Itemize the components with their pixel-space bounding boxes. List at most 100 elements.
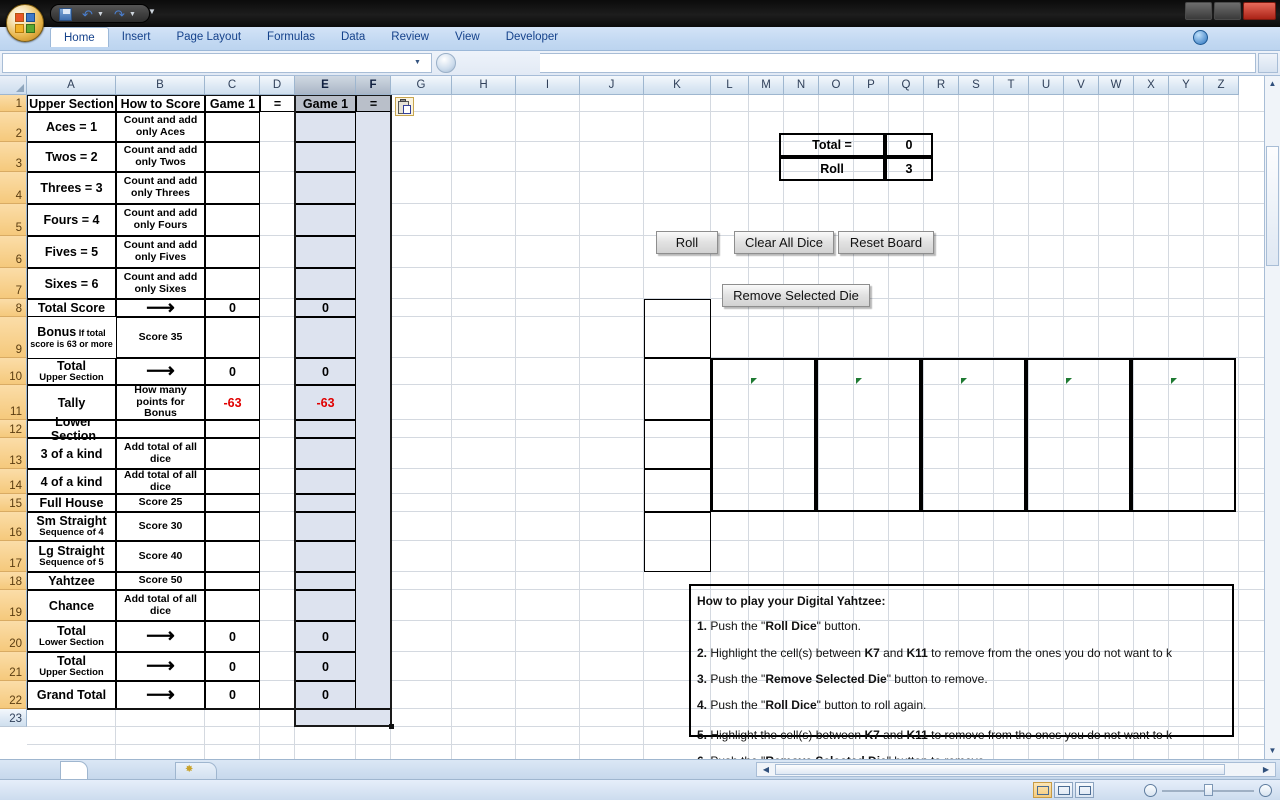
ribbon-tab-formulas[interactable]: Formulas — [254, 27, 328, 47]
horizontal-scroll-thumb[interactable] — [775, 764, 1225, 775]
row-header-2[interactable]: 2 — [0, 112, 27, 142]
help-icon[interactable] — [1193, 30, 1208, 45]
row-header-13[interactable]: 13 — [0, 438, 27, 469]
dice-select-cell-k9[interactable] — [644, 420, 711, 469]
die-box-1[interactable] — [711, 358, 816, 512]
scroll-up-icon[interactable]: ▲ — [1266, 77, 1279, 91]
restore-button[interactable] — [1214, 2, 1241, 20]
redo-icon[interactable]: ↷ — [113, 8, 126, 21]
undo-icon[interactable]: ↶ — [81, 8, 94, 21]
dice-select-cell-k7[interactable] — [644, 299, 711, 358]
column-header-B[interactable]: B — [116, 76, 205, 95]
select-all-corner[interactable] — [0, 76, 27, 95]
column-header-C[interactable]: C — [205, 76, 260, 95]
column-header-A[interactable]: A — [27, 76, 116, 95]
column-header-F[interactable]: F — [356, 76, 391, 95]
column-header-R[interactable]: R — [924, 76, 959, 95]
column-header-E[interactable]: E — [295, 76, 356, 95]
column-header-V[interactable]: V — [1064, 76, 1099, 95]
scroll-down-icon[interactable]: ▼ — [1266, 744, 1279, 758]
office-button[interactable] — [6, 4, 44, 42]
ribbon-tab-data[interactable]: Data — [328, 27, 378, 47]
zoom-slider-handle[interactable] — [1204, 784, 1213, 796]
zoom-in-button[interactable] — [1259, 784, 1272, 797]
die-box-3[interactable] — [921, 358, 1026, 512]
dice-select-cell-k10[interactable] — [644, 469, 711, 512]
column-header-Y[interactable]: Y — [1169, 76, 1204, 95]
column-header-S[interactable]: S — [959, 76, 994, 95]
dice-select-cell-k11[interactable] — [644, 512, 711, 572]
column-header-M[interactable]: M — [749, 76, 784, 95]
ribbon-tab-insert[interactable]: Insert — [109, 27, 164, 47]
row-header-18[interactable]: 18 — [0, 572, 27, 590]
minimize-button[interactable] — [1185, 2, 1212, 20]
row-header-8[interactable]: 8 — [0, 299, 27, 317]
clear-all-dice-button[interactable]: Clear All Dice — [734, 231, 834, 254]
vertical-scrollbar[interactable]: ▲ ▼ — [1264, 76, 1280, 759]
customize-qat-icon[interactable]: ▼ — [148, 7, 156, 16]
dice-select-cell-k8[interactable] — [644, 358, 711, 420]
page-break-view-icon[interactable] — [1075, 782, 1094, 798]
row-header-15[interactable]: 15 — [0, 494, 27, 512]
quick-access-toolbar[interactable]: ↶ ▼ ↷ ▼ — [50, 4, 150, 23]
scroll-right-icon[interactable]: ▶ — [1258, 763, 1274, 776]
remove-selected-die-button[interactable]: Remove Selected Die — [722, 284, 870, 307]
column-header-I[interactable]: I — [516, 76, 580, 95]
undo-dropdown-icon[interactable]: ▼ — [97, 11, 104, 18]
row-header-7[interactable]: 7 — [0, 268, 27, 299]
sheet-tab-digital-yahtzee[interactable] — [60, 761, 88, 779]
row-header-16[interactable]: 16 — [0, 512, 27, 541]
row-header-19[interactable]: 19 — [0, 590, 27, 621]
ribbon-tab-review[interactable]: Review — [378, 27, 442, 47]
die-box-2[interactable] — [816, 358, 921, 512]
expand-formula-bar-button[interactable] — [1258, 53, 1278, 73]
ribbon-tab-developer[interactable]: Developer — [493, 27, 571, 47]
scroll-left-icon[interactable]: ◀ — [758, 763, 774, 776]
die-box-5[interactable] — [1131, 358, 1236, 512]
selection-fill-handle[interactable] — [389, 724, 394, 729]
vertical-scroll-thumb[interactable] — [1266, 146, 1279, 266]
ribbon-tab-page-layout[interactable]: Page Layout — [163, 27, 254, 47]
row-header-5[interactable]: 5 — [0, 204, 27, 236]
column-header-X[interactable]: X — [1134, 76, 1169, 95]
row-header-14[interactable]: 14 — [0, 469, 27, 494]
column-header-D[interactable]: D — [260, 76, 295, 95]
column-header-K[interactable]: K — [644, 76, 711, 95]
zoom-out-button[interactable] — [1144, 784, 1157, 797]
redo-dropdown-icon[interactable]: ▼ — [129, 11, 136, 18]
paste-options-icon[interactable] — [395, 97, 414, 116]
close-button[interactable] — [1243, 2, 1276, 20]
save-icon[interactable] — [59, 8, 72, 21]
row-header-6[interactable]: 6 — [0, 236, 27, 268]
row-header-22[interactable]: 22 — [0, 681, 27, 709]
column-header-L[interactable]: L — [711, 76, 749, 95]
row-header-12[interactable]: 12 — [0, 420, 27, 438]
roll-dice-button[interactable]: Roll — [656, 231, 718, 254]
normal-view-icon[interactable] — [1033, 782, 1052, 798]
column-header-J[interactable]: J — [580, 76, 644, 95]
insert-worksheet-icon[interactable] — [175, 762, 217, 779]
row-header-3[interactable]: 3 — [0, 142, 27, 172]
column-header-N[interactable]: N — [784, 76, 819, 95]
row-header-4[interactable]: 4 — [0, 172, 27, 204]
function-circle-icon[interactable] — [436, 53, 456, 73]
row-header-1[interactable]: 1 — [0, 95, 27, 112]
horizontal-scrollbar[interactable]: ◀ ▶ — [756, 762, 1276, 777]
row-header-17[interactable]: 17 — [0, 541, 27, 572]
formula-input[interactable] — [540, 53, 1256, 73]
row-header-9[interactable]: 9 — [0, 317, 27, 358]
column-header-W[interactable]: W — [1099, 76, 1134, 95]
column-header-T[interactable]: T — [994, 76, 1029, 95]
row-header-21[interactable]: 21 — [0, 652, 27, 681]
name-box[interactable] — [2, 53, 432, 73]
column-header-Q[interactable]: Q — [889, 76, 924, 95]
reset-board-button[interactable]: Reset Board — [838, 231, 934, 254]
row-header-20[interactable]: 20 — [0, 621, 27, 652]
column-header-H[interactable]: H — [452, 76, 516, 95]
ribbon-tab-home[interactable]: Home — [50, 27, 109, 47]
row-header-10[interactable]: 10 — [0, 358, 27, 385]
ribbon-tab-view[interactable]: View — [442, 27, 493, 47]
die-box-4[interactable] — [1026, 358, 1131, 512]
name-box-dropdown-icon[interactable]: ▼ — [414, 59, 421, 66]
column-header-P[interactable]: P — [854, 76, 889, 95]
